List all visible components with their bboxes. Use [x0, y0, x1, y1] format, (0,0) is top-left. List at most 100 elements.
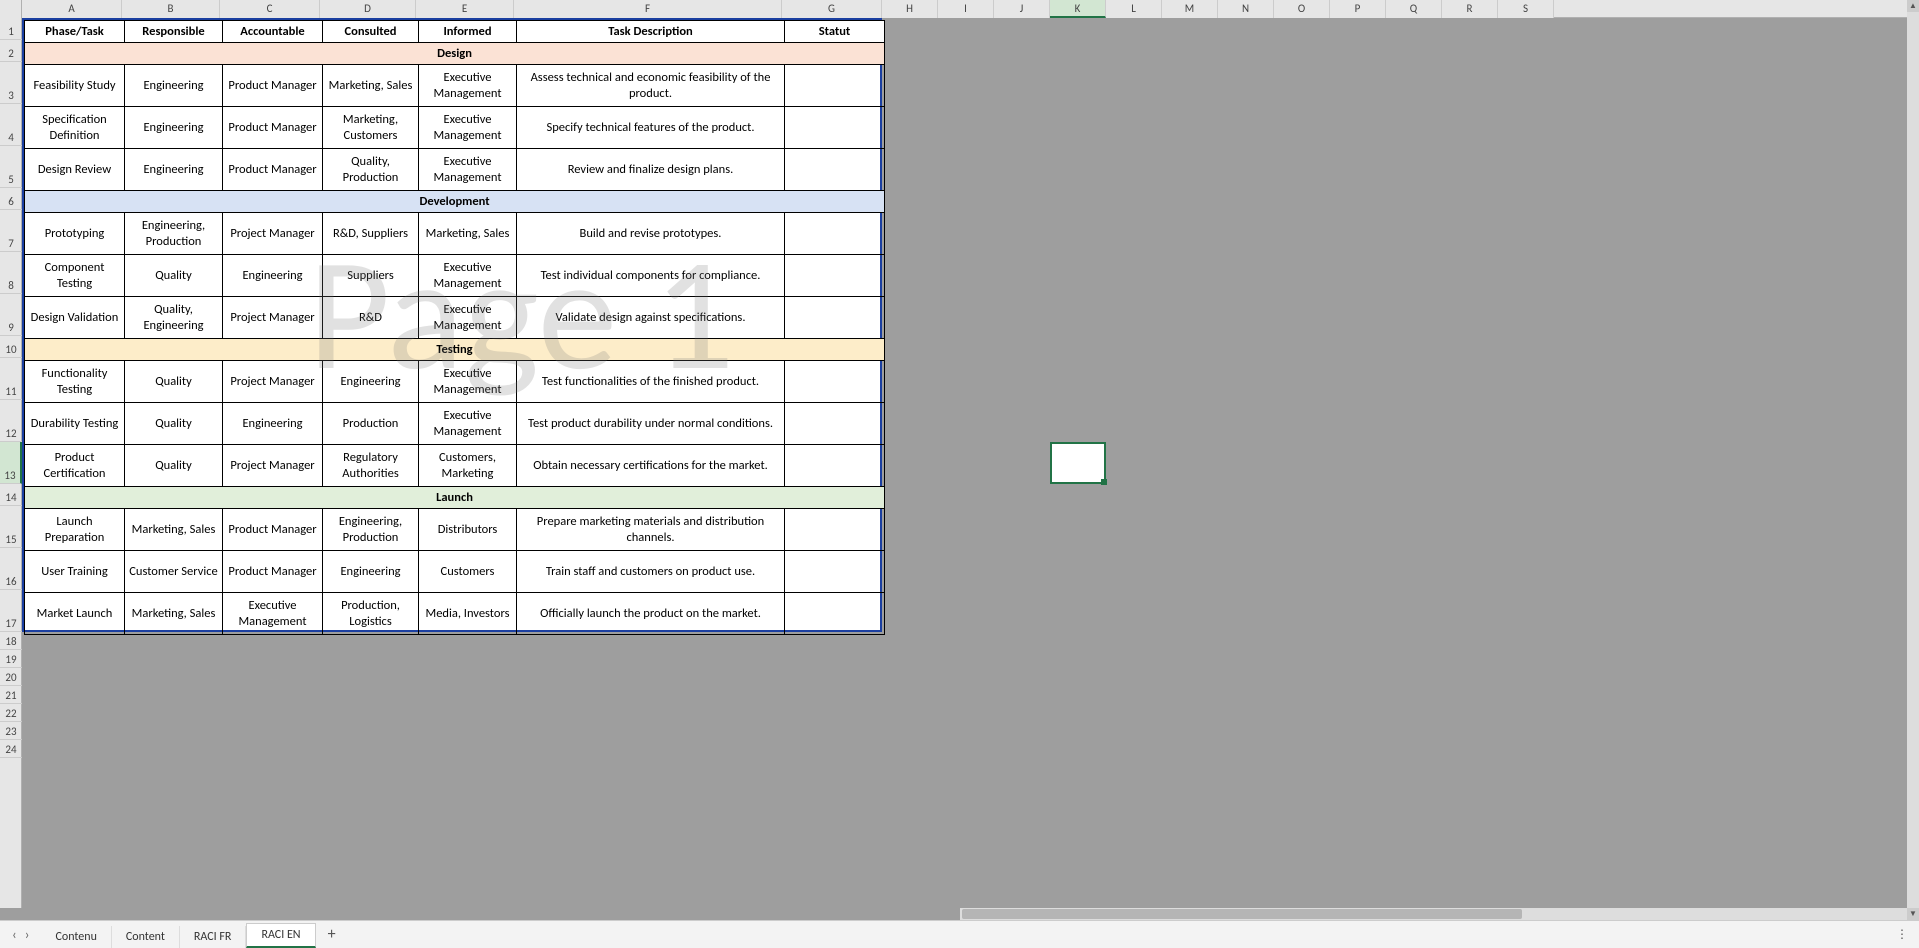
- cell[interactable]: Executive Management: [419, 403, 517, 445]
- row-header-20[interactable]: 20: [0, 668, 22, 686]
- cell[interactable]: Review and finalize design plans.: [517, 149, 785, 191]
- cell[interactable]: Executive Management: [419, 361, 517, 403]
- column-header-A[interactable]: A: [22, 0, 122, 18]
- cell[interactable]: [785, 361, 885, 403]
- column-header-C[interactable]: C: [220, 0, 320, 18]
- cell[interactable]: Product Certification: [25, 445, 125, 487]
- table-row[interactable]: PrototypingEngineering, ProductionProjec…: [25, 213, 885, 255]
- cell[interactable]: Executive Management: [419, 65, 517, 107]
- row-header-3[interactable]: 3: [0, 62, 22, 104]
- column-header-H[interactable]: H: [882, 0, 938, 18]
- cell[interactable]: Engineering, Production: [125, 213, 223, 255]
- column-header-F[interactable]: F: [514, 0, 782, 18]
- cell[interactable]: Project Manager: [223, 213, 323, 255]
- cell[interactable]: Production: [323, 403, 419, 445]
- phase-testing[interactable]: Testing: [25, 339, 885, 361]
- column-header-Q[interactable]: Q: [1386, 0, 1442, 18]
- cell[interactable]: Product Manager: [223, 149, 323, 191]
- table-row[interactable]: Product CertificationQualityProject Mana…: [25, 445, 885, 487]
- cell[interactable]: [785, 551, 885, 593]
- column-header-S[interactable]: S: [1498, 0, 1554, 18]
- table-row[interactable]: Component TestingQualityEngineeringSuppl…: [25, 255, 885, 297]
- table-row[interactable]: Durability TestingQualityEngineeringProd…: [25, 403, 885, 445]
- row-header-18[interactable]: 18: [0, 632, 22, 650]
- row-header-16[interactable]: 16: [0, 548, 22, 590]
- row-header-14[interactable]: 14: [0, 484, 22, 506]
- cell[interactable]: Engineering: [223, 403, 323, 445]
- cell[interactable]: Specification Definition: [25, 107, 125, 149]
- column-header-N[interactable]: N: [1218, 0, 1274, 18]
- cell[interactable]: Obtain necessary certifications for the …: [517, 445, 785, 487]
- header-consulted[interactable]: Consulted: [323, 21, 419, 43]
- column-header-B[interactable]: B: [122, 0, 220, 18]
- cell[interactable]: R&D: [323, 297, 419, 339]
- cell[interactable]: Engineering: [125, 107, 223, 149]
- table-row[interactable]: Specification DefinitionEngineeringProdu…: [25, 107, 885, 149]
- cell[interactable]: Product Manager: [223, 551, 323, 593]
- row-header-12[interactable]: 12: [0, 400, 22, 442]
- cell[interactable]: Customer Service: [125, 551, 223, 593]
- cell[interactable]: Market Launch: [25, 593, 125, 635]
- row-header-19[interactable]: 19: [0, 650, 22, 668]
- cell[interactable]: [785, 149, 885, 191]
- tab-menu-icon[interactable]: ⋮: [1886, 927, 1919, 942]
- column-header-G[interactable]: G: [782, 0, 882, 18]
- row-header-4[interactable]: 4: [0, 104, 22, 146]
- column-header-K[interactable]: K: [1050, 0, 1106, 18]
- cell[interactable]: Engineering: [125, 65, 223, 107]
- cell[interactable]: Quality: [125, 255, 223, 297]
- cell[interactable]: Launch Preparation: [25, 509, 125, 551]
- header-statut[interactable]: Statut: [785, 21, 885, 43]
- table-row[interactable]: User TrainingCustomer ServiceProduct Man…: [25, 551, 885, 593]
- cell[interactable]: [785, 445, 885, 487]
- horizontal-scroll-thumb[interactable]: [962, 909, 1522, 919]
- cell[interactable]: [785, 509, 885, 551]
- cell[interactable]: Media, Investors: [419, 593, 517, 635]
- select-all-corner[interactable]: [0, 0, 22, 18]
- column-header-J[interactable]: J: [994, 0, 1050, 18]
- row-header-22[interactable]: 22: [0, 704, 22, 722]
- cell[interactable]: Engineering: [323, 361, 419, 403]
- sheet-tab-contenu[interactable]: Contenu: [42, 926, 112, 948]
- cell[interactable]: Marketing, Customers: [323, 107, 419, 149]
- cell[interactable]: Quality, Production: [323, 149, 419, 191]
- row-header-11[interactable]: 11: [0, 358, 22, 400]
- cell[interactable]: Executive Management: [419, 149, 517, 191]
- cell[interactable]: [785, 213, 885, 255]
- cell[interactable]: [785, 255, 885, 297]
- cell[interactable]: Specify technical features of the produc…: [517, 107, 785, 149]
- cell[interactable]: Product Manager: [223, 509, 323, 551]
- cell[interactable]: Quality: [125, 361, 223, 403]
- header-informed[interactable]: Informed: [419, 21, 517, 43]
- cell[interactable]: Test individual components for complianc…: [517, 255, 785, 297]
- phase-development[interactable]: Development: [25, 191, 885, 213]
- cell[interactable]: Regulatory Authorities: [323, 445, 419, 487]
- table-row[interactable]: Market LaunchMarketing, SalesExecutive M…: [25, 593, 885, 635]
- cell[interactable]: Engineering: [223, 255, 323, 297]
- header-responsible[interactable]: Responsible: [125, 21, 223, 43]
- column-header-R[interactable]: R: [1442, 0, 1498, 18]
- cell[interactable]: Product Manager: [223, 65, 323, 107]
- tab-next-icon[interactable]: ›: [25, 926, 30, 943]
- header-phase-task[interactable]: Phase/Task: [25, 21, 125, 43]
- cell[interactable]: Marketing, Sales: [419, 213, 517, 255]
- cell[interactable]: Functionality Testing: [25, 361, 125, 403]
- cell-grid[interactable]: Page 1 Phase/TaskResponsibleAccountableC…: [22, 18, 1907, 908]
- column-header-L[interactable]: L: [1106, 0, 1162, 18]
- cell[interactable]: Customers, Marketing: [419, 445, 517, 487]
- row-header-21[interactable]: 21: [0, 686, 22, 704]
- vertical-scrollbar[interactable]: ▲ ▼: [1907, 0, 1919, 920]
- row-header-24[interactable]: 24: [0, 740, 22, 758]
- cell[interactable]: [785, 403, 885, 445]
- cell[interactable]: Quality, Engineering: [125, 297, 223, 339]
- horizontal-scrollbar[interactable]: [960, 908, 1907, 920]
- cell[interactable]: [785, 593, 885, 635]
- cell[interactable]: Project Manager: [223, 445, 323, 487]
- cell[interactable]: Component Testing: [25, 255, 125, 297]
- row-header-8[interactable]: 8: [0, 252, 22, 294]
- table-row[interactable]: Feasibility StudyEngineeringProduct Mana…: [25, 65, 885, 107]
- table-row[interactable]: Launch PreparationMarketing, SalesProduc…: [25, 509, 885, 551]
- cell[interactable]: Test functionalities of the finished pro…: [517, 361, 785, 403]
- row-header-13[interactable]: 13: [0, 442, 22, 484]
- cell[interactable]: Design Review: [25, 149, 125, 191]
